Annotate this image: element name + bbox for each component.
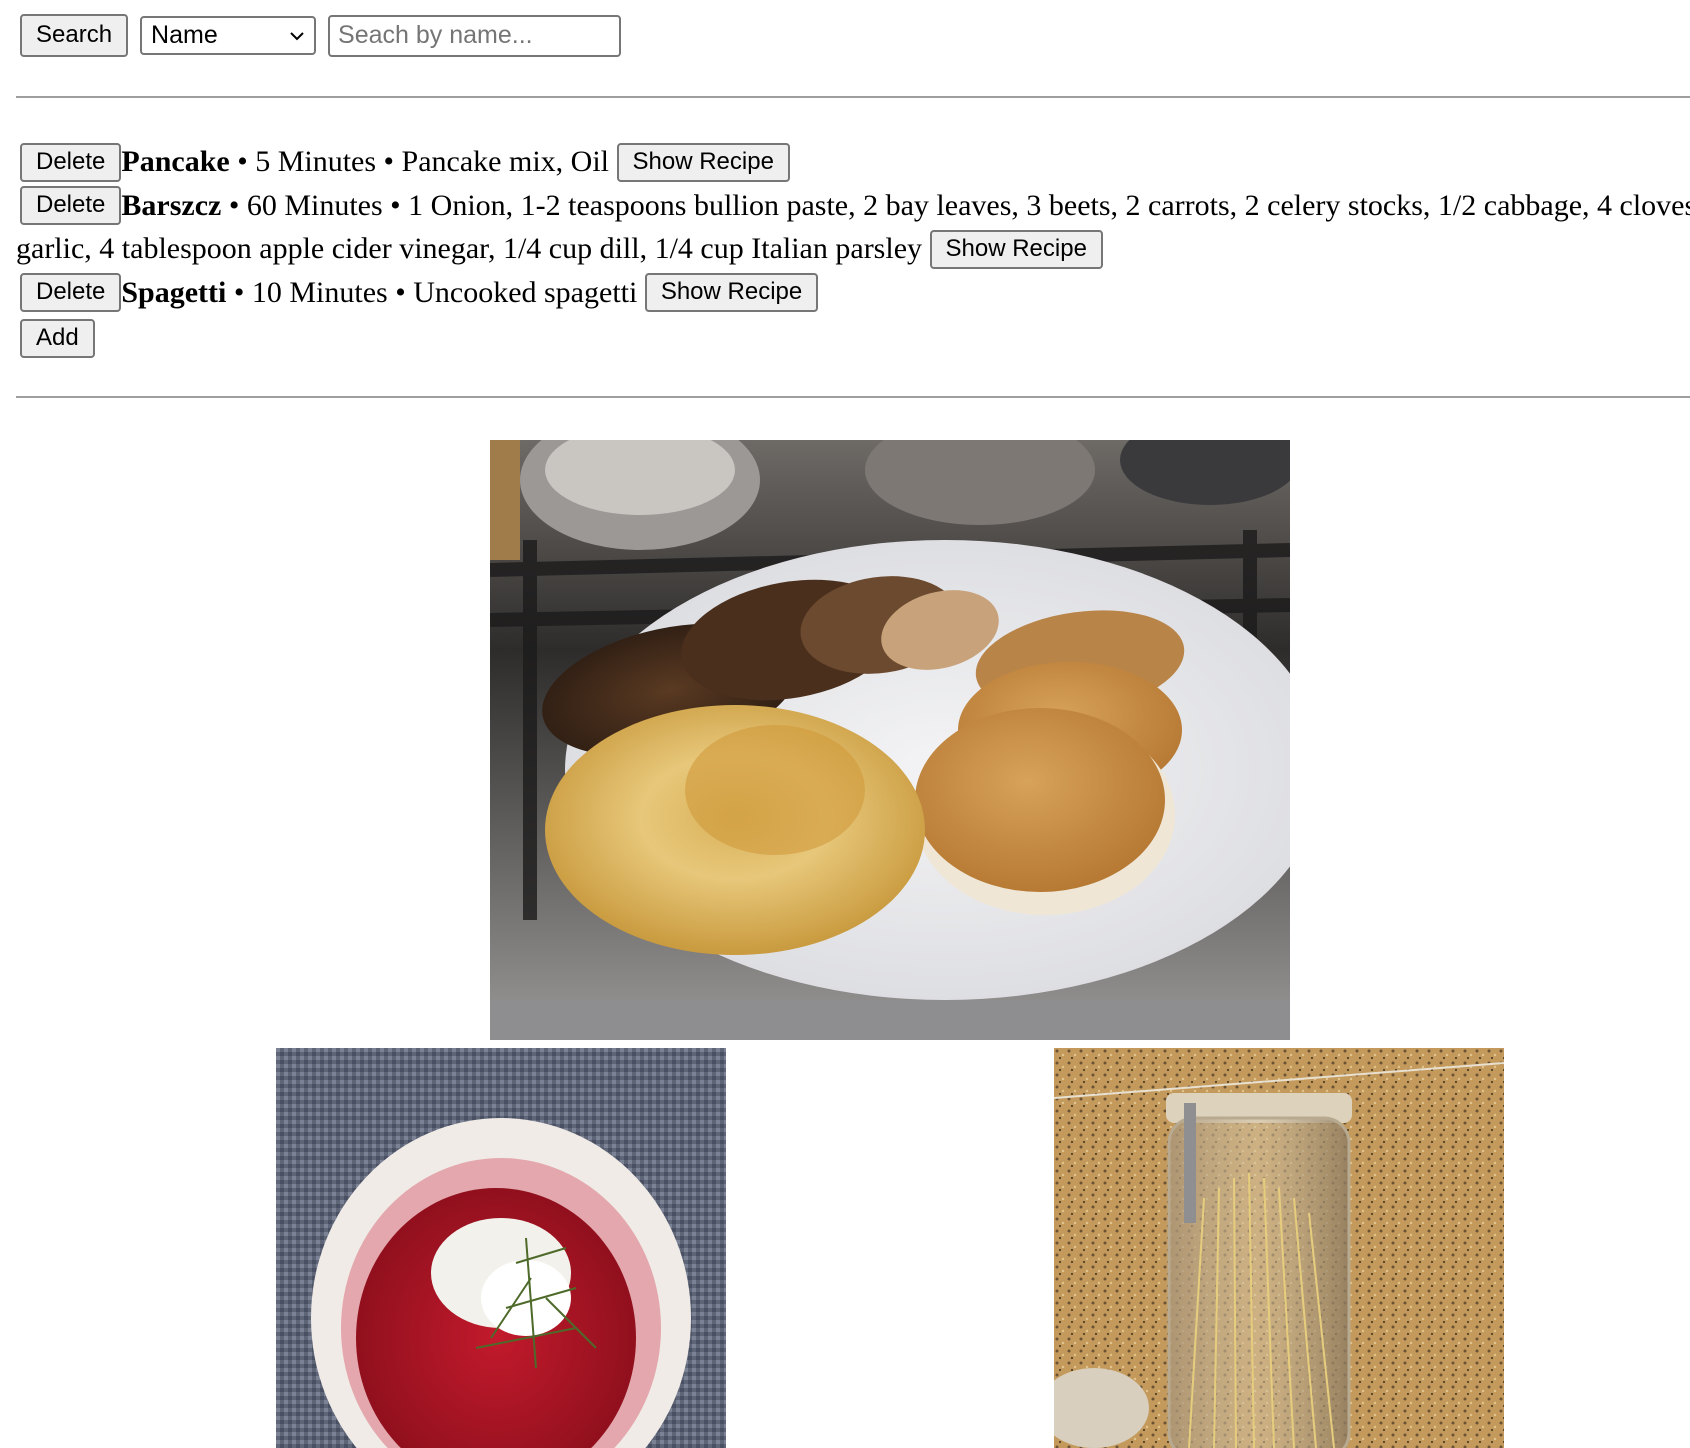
delete-button[interactable]: Delete [20, 273, 122, 313]
recipe-list: Delete Pancake • 5 Minutes • Pancake mix,… [16, 140, 1690, 359]
pancake-photo [490, 440, 1290, 1040]
search-button[interactable]: Search [20, 14, 129, 57]
delete-button[interactable]: Delete [20, 186, 122, 226]
chevron-down-icon [290, 32, 304, 41]
show-recipe-button[interactable]: Show Recipe [644, 273, 819, 313]
bottom-divider [16, 396, 1690, 398]
recipe-item: Delete Pancake • 5 Minutes • Pancake mix,… [16, 140, 1690, 184]
top-divider [16, 96, 1690, 98]
add-row: Add [16, 314, 1690, 359]
recipe-details: • 10 Minutes • Uncooked spagetti [226, 275, 638, 309]
recipe-name: Spagetti [121, 275, 227, 309]
search-input[interactable] [328, 14, 622, 57]
recipe-name: Pancake [121, 145, 230, 178]
recipe-item: Delete Spagetti • 10 Minutes • Uncooked s… [16, 271, 1690, 315]
recipe-name: Barszcz [121, 188, 222, 222]
borscht-photo [276, 1048, 726, 1448]
recipe-item: Delete Barszcz • 60 Minutes • 1 Onion, 1-… [16, 184, 1690, 271]
search-field-select[interactable]: Name [140, 16, 317, 55]
search-field-selected: Name [151, 21, 218, 49]
spaghetti-photo [1054, 1048, 1504, 1448]
delete-button[interactable]: Delete [20, 142, 122, 182]
add-button[interactable]: Add [20, 319, 95, 359]
search-bar: Search Name [20, 14, 622, 57]
recipe-details: • 5 Minutes • Pancake mix, Oil [229, 145, 609, 178]
show-recipe-button[interactable]: Show Recipe [929, 229, 1103, 269]
show-recipe-button[interactable]: Show Recipe [616, 142, 790, 182]
recipe-details: • 60 Minutes • 1 Onion, 1-2 teaspoons bu… [16, 188, 1690, 266]
